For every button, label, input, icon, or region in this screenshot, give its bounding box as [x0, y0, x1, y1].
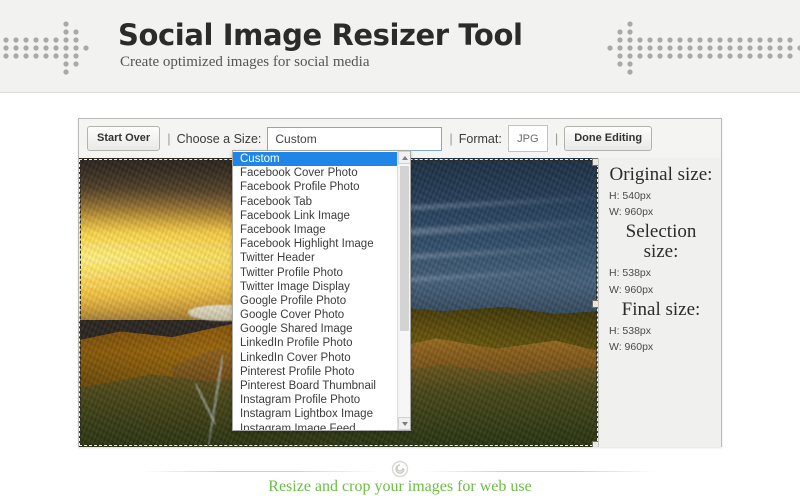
dropdown-option[interactable]: Google Profile Photo — [233, 294, 399, 308]
dropdown-option[interactable]: Facebook Tab — [233, 195, 399, 209]
start-over-button[interactable]: Start Over — [87, 126, 161, 151]
size-info-sidebar: Original size: H: 540px W: 960px Selecti… — [598, 158, 721, 447]
footer-tagline: Resize and crop your images for web use — [268, 478, 532, 495]
dropdown-option[interactable]: Instagram Image Feed — [233, 422, 399, 430]
dropdown-option[interactable]: Pinterest Board Thumbnail — [233, 379, 399, 393]
dropdown-option[interactable]: LinkedIn Cover Photo — [233, 351, 399, 365]
original-size-heading: Original size: — [609, 164, 713, 185]
selection-size-heading: Selection size: — [625, 221, 697, 263]
final-size-heading: Final size: — [621, 298, 701, 320]
size-select[interactable]: Custom — [267, 126, 443, 151]
page-root: Social Image Resizer Tool Create optimiz… — [0, 0, 800, 500]
format-select[interactable]: JPG — [507, 125, 548, 152]
page-footer: Resize and crop your images for web use — [0, 460, 800, 500]
dropdown-option[interactable]: Facebook Link Image — [233, 209, 399, 223]
size-dropdown-list[interactable]: Custom Facebook Cover Photo Facebook Profi… — [232, 150, 411, 431]
dropdown-option[interactable]: Instagram Profile Photo — [233, 393, 399, 407]
dropdown-option[interactable]: Twitter Header — [233, 251, 399, 265]
done-editing-button[interactable]: Done Editing — [564, 126, 653, 151]
dropdown-scroll-thumb[interactable] — [400, 166, 409, 331]
dropdown-option[interactable]: Facebook Image — [233, 223, 399, 237]
dot-arrow-left-icon — [598, 16, 800, 81]
crop-handle-bottom-right[interactable] — [592, 441, 598, 447]
site-header: Social Image Resizer Tool Create optimiz… — [0, 0, 800, 93]
scroll-up-arrow-icon[interactable] — [398, 151, 410, 164]
dropdown-scrollbar[interactable] — [397, 151, 410, 430]
toolbar-separator-3: | — [554, 131, 559, 146]
original-size-height: H: 540px — [609, 189, 652, 202]
selection-size-width: W: 960px — [609, 283, 654, 296]
dropdown-option[interactable]: Facebook Highlight Image — [233, 237, 399, 251]
dropdown-option[interactable]: Custom — [233, 152, 399, 167]
format-select-value: JPG — [517, 132, 539, 145]
crop-handle-middle-right[interactable] — [592, 300, 598, 308]
dropdown-option[interactable]: Pinterest Profile Photo — [233, 365, 399, 379]
page-subtitle: Create optimized images for social media — [120, 54, 370, 70]
dropdown-option[interactable]: LinkedIn Profile Photo — [233, 336, 399, 350]
scroll-down-arrow-icon[interactable] — [398, 417, 410, 430]
divider-line-left — [143, 470, 378, 472]
page-title: Social Image Resizer Tool — [118, 18, 523, 52]
format-label: Format: — [458, 131, 502, 146]
final-size-height: H: 538px — [609, 324, 652, 337]
dot-arrow-right-icon — [2, 16, 114, 81]
dropdown-option[interactable]: Google Cover Photo — [233, 308, 399, 322]
choose-size-label: Choose a Size: — [176, 131, 262, 146]
dropdown-option[interactable]: Google Shared Image — [233, 322, 399, 336]
dropdown-option[interactable]: Twitter Profile Photo — [233, 266, 399, 280]
dropdown-option[interactable]: Facebook Profile Photo — [233, 180, 399, 194]
dropdown-option[interactable]: Instagram Lightbox Image — [233, 407, 399, 421]
original-size-width: W: 960px — [609, 206, 654, 219]
final-size-width: W: 960px — [609, 341, 654, 354]
dropdown-option[interactable]: Twitter Image Display — [233, 280, 399, 294]
dropdown-option[interactable]: Facebook Cover Photo — [233, 166, 399, 180]
toolbar-separator-2: | — [449, 131, 453, 146]
size-select-value: Custom — [275, 131, 317, 146]
divider-line-right — [422, 470, 657, 472]
toolbar-separator-1: | — [167, 131, 171, 146]
crop-handle-top-right[interactable] — [592, 158, 598, 166]
selection-size-height: H: 538px — [609, 267, 652, 280]
size-dropdown-options[interactable]: Custom Facebook Cover Photo Facebook Profi… — [233, 151, 399, 430]
